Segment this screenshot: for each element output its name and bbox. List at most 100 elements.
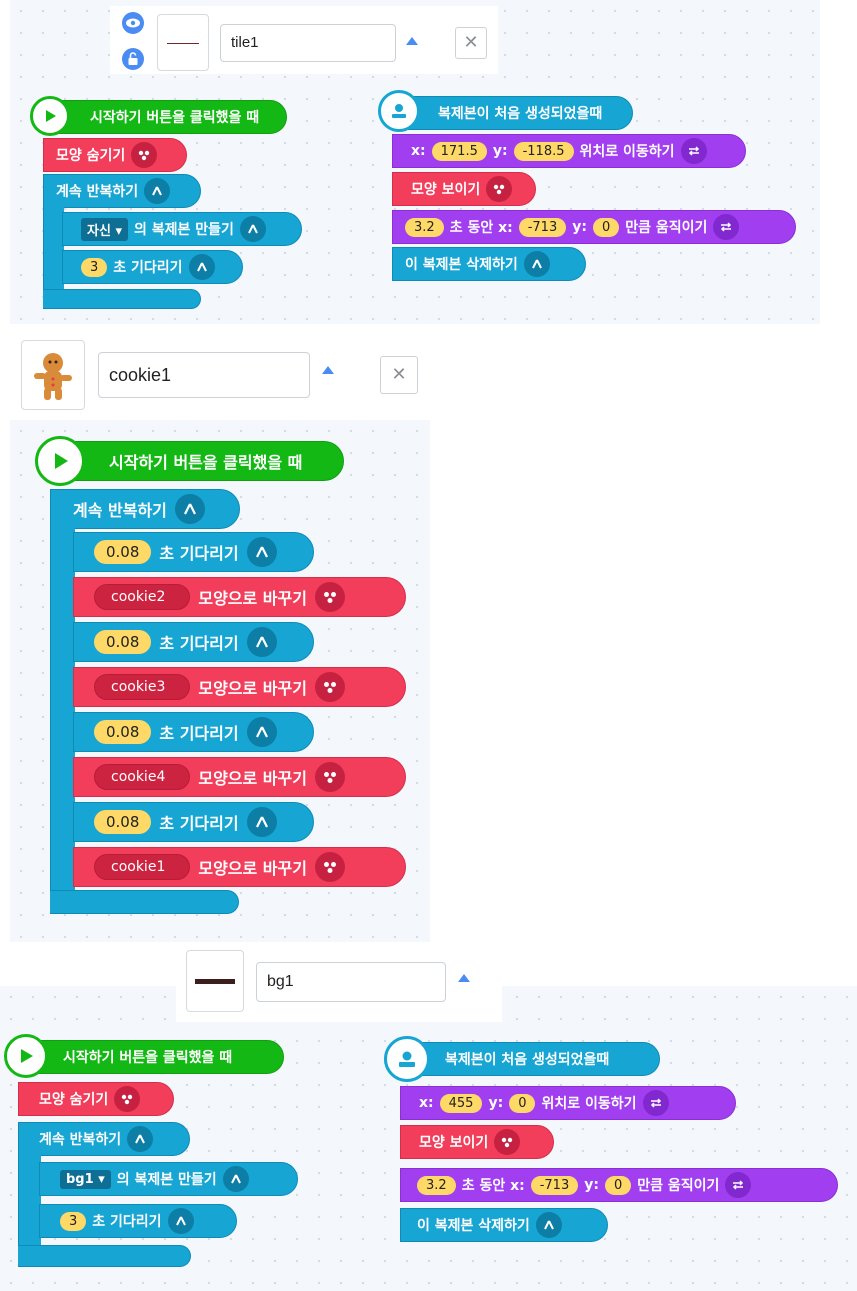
delete-clone-block[interactable]: 이 복제본 삭제하기 xyxy=(400,1208,608,1242)
object-header-cookie1: cookie1 ✕ xyxy=(12,336,432,416)
shape-dropdown[interactable]: cookie4 xyxy=(94,764,191,790)
flow-icon xyxy=(246,627,277,657)
move-by-block[interactable]: 3.2 초 동안 x: -713 y: 0 만큼 움직이기 xyxy=(400,1168,838,1202)
show-block[interactable]: 모양 보이기 xyxy=(400,1125,554,1159)
duration-input[interactable]: 3.2 xyxy=(417,1175,456,1195)
play-icon xyxy=(30,96,70,136)
dy-input[interactable]: 0 xyxy=(604,1175,632,1195)
x-input[interactable]: 455 xyxy=(439,1093,483,1113)
move-up-icon[interactable] xyxy=(458,974,470,982)
object-name-input-bg1[interactable]: bg1 xyxy=(256,962,446,1002)
object-thumbnail-cookie1[interactable] xyxy=(21,340,85,410)
dy-input[interactable]: 0 xyxy=(592,217,620,237)
wait-seconds-input[interactable]: 0.08 xyxy=(94,540,152,564)
wait-block[interactable]: 3 초 기다리기 xyxy=(62,250,243,284)
object-header-bg1: bg1 xyxy=(176,942,502,1022)
move-to-block[interactable]: x: 455 y: 0 위치로 이동하기 xyxy=(400,1086,736,1120)
user-icon xyxy=(384,1036,430,1082)
object-name-input-cookie1[interactable]: cookie1 xyxy=(98,352,310,398)
move-icon xyxy=(680,138,707,164)
dx-input[interactable]: -713 xyxy=(530,1175,579,1195)
close-icon[interactable]: ✕ xyxy=(380,356,418,394)
wait-seconds-input[interactable]: 0.08 xyxy=(94,810,152,834)
user-icon xyxy=(378,90,420,132)
move-by-block[interactable]: 3.2 초 동안 x: -713 y: 0 만큼 움직이기 xyxy=(392,210,796,244)
hide-block[interactable]: 모양 숨기기 xyxy=(18,1082,174,1116)
play-icon xyxy=(35,436,85,486)
duration-input[interactable]: 3.2 xyxy=(405,217,444,237)
flow-icon xyxy=(188,254,215,280)
gingerbread-icon xyxy=(34,353,72,400)
create-clone-block[interactable]: bg1 ▾ 의 복제본 만들기 xyxy=(39,1162,298,1196)
loop-footer xyxy=(43,289,201,309)
move-to-block[interactable]: x: 171.5 y: -118.5 위치로 이동하기 xyxy=(392,134,746,168)
x-input[interactable]: 171.5 xyxy=(431,141,487,161)
y-input[interactable]: -118.5 xyxy=(513,141,574,161)
shape-dropdown[interactable]: cookie2 xyxy=(94,584,191,610)
show-block[interactable]: 모양 보이기 xyxy=(392,172,536,206)
wait-block[interactable]: 3 초 기다리기 xyxy=(39,1204,237,1238)
shape-dropdown[interactable]: cookie3 xyxy=(94,674,191,700)
loop-body xyxy=(18,1155,41,1249)
flow-icon xyxy=(167,1208,194,1234)
flow-icon xyxy=(246,807,277,837)
loop-block[interactable]: 계속 반복하기 xyxy=(18,1122,190,1156)
change-shape-block[interactable]: cookie2 모양으로 바꾸기 xyxy=(73,577,406,617)
loop-footer xyxy=(18,1245,191,1267)
shape-icon xyxy=(114,1086,141,1112)
loop-footer xyxy=(50,890,239,914)
wait-seconds-input[interactable]: 0.08 xyxy=(94,630,152,654)
shape-icon xyxy=(486,176,513,202)
create-clone-block[interactable]: 자신 ▾ 의 복제본 만들기 xyxy=(62,212,302,246)
wait-seconds-input[interactable]: 0.08 xyxy=(94,720,152,744)
play-icon xyxy=(4,1034,48,1078)
wait-block[interactable]: 0.08 초 기다리기 xyxy=(73,802,314,842)
loop-body xyxy=(50,528,75,894)
wait-seconds-input[interactable]: 3 xyxy=(81,257,108,277)
eye-icon[interactable] xyxy=(122,12,144,34)
start-hat-block[interactable]: 시작하기 버튼을 클릭했을 때 xyxy=(45,100,287,134)
change-shape-block[interactable]: cookie3 모양으로 바꾸기 xyxy=(73,667,406,707)
shape-icon xyxy=(314,672,345,702)
shape-dropdown[interactable]: cookie1 xyxy=(94,854,191,880)
dx-input[interactable]: -713 xyxy=(518,217,567,237)
object-name-input-tile1[interactable]: tile1 xyxy=(220,24,396,62)
shape-icon xyxy=(494,1129,521,1155)
shape-icon xyxy=(314,852,345,882)
wait-block[interactable]: 0.08 초 기다리기 xyxy=(73,712,314,752)
hide-block[interactable]: 모양 숨기기 xyxy=(43,138,187,172)
loop-block[interactable]: 계속 반복하기 xyxy=(43,174,201,208)
close-icon[interactable]: ✕ xyxy=(455,27,487,59)
flow-icon xyxy=(239,216,266,242)
flow-icon xyxy=(246,537,277,567)
object-header-tile1: tile1 ✕ xyxy=(110,6,498,74)
clone-target-dropdown[interactable]: bg1 ▾ xyxy=(60,1169,111,1189)
wait-block[interactable]: 0.08 초 기다리기 xyxy=(73,622,314,662)
wait-block[interactable]: 0.08 초 기다리기 xyxy=(73,532,314,572)
flow-icon xyxy=(246,717,277,747)
flow-icon xyxy=(535,1212,562,1238)
y-input[interactable]: 0 xyxy=(509,1093,536,1113)
loop-block[interactable]: 계속 반복하기 xyxy=(50,489,240,529)
clone-start-hat-block[interactable]: 복제본이 처음 생성되었을때 xyxy=(400,1042,660,1076)
move-up-icon[interactable] xyxy=(406,37,418,45)
delete-clone-block[interactable]: 이 복제본 삭제하기 xyxy=(392,247,586,281)
lock-icon[interactable] xyxy=(122,48,144,70)
move-icon xyxy=(725,1172,752,1198)
flow-icon xyxy=(174,494,205,524)
move-up-icon[interactable] xyxy=(322,366,334,374)
move-icon xyxy=(713,214,740,240)
object-thumbnail-bg1[interactable] xyxy=(186,950,244,1012)
object-thumbnail-tile1[interactable] xyxy=(157,14,209,71)
start-hat-block[interactable]: 시작하기 버튼을 클릭했을 때 xyxy=(18,1040,284,1074)
wait-seconds-input[interactable]: 3 xyxy=(60,1211,87,1231)
clone-start-hat-block[interactable]: 복제본이 처음 생성되었을때 xyxy=(393,96,633,130)
move-icon xyxy=(642,1090,669,1116)
change-shape-block[interactable]: cookie1 모양으로 바꾸기 xyxy=(73,847,406,887)
flow-icon xyxy=(144,178,171,204)
change-shape-block[interactable]: cookie4 모양으로 바꾸기 xyxy=(73,757,406,797)
start-hat-block[interactable]: 시작하기 버튼을 클릭했을 때 xyxy=(52,441,344,481)
flow-icon xyxy=(127,1126,154,1152)
shape-icon xyxy=(314,582,345,612)
clone-target-dropdown[interactable]: 자신 ▾ xyxy=(81,217,128,241)
